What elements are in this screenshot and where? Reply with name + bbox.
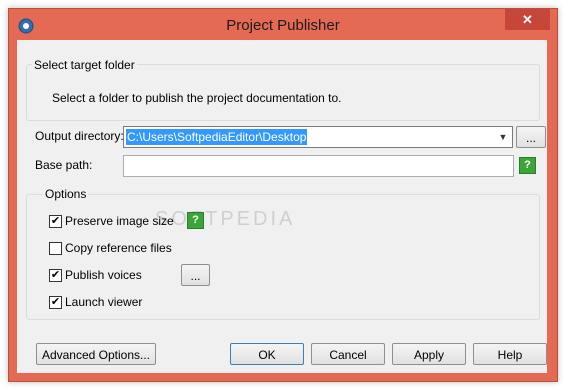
publish-voices-checkbox[interactable]: ✔ (49, 269, 62, 282)
close-button[interactable]: ✕ (505, 9, 550, 30)
preserve-image-size-help-icon[interactable]: ? (187, 212, 204, 229)
copy-reference-files-checkbox[interactable] (49, 242, 62, 255)
target-folder-group-title: Select target folder (32, 58, 137, 72)
watermark-text: SOFTPEDIA (155, 208, 296, 230)
dialog-client-area: Select target folder Select a folder to … (17, 40, 547, 373)
advanced-options-button[interactable]: Advanced Options... (36, 343, 156, 365)
output-directory-label: Output directory: (35, 129, 124, 143)
apply-button[interactable]: Apply (392, 343, 466, 365)
publish-voices-options-button[interactable]: ... (181, 264, 210, 286)
copy-reference-files-label[interactable]: Copy reference files (65, 241, 172, 255)
preserve-image-size-checkbox[interactable]: ✔ (49, 215, 62, 228)
help-button[interactable]: Help (473, 343, 547, 365)
preserve-image-size-label[interactable]: Preserve image size (65, 214, 174, 228)
launch-viewer-checkbox[interactable]: ✔ (49, 296, 62, 309)
title-bar[interactable]: Project Publisher ✕ (9, 9, 557, 41)
window-title: Project Publisher (226, 17, 340, 34)
target-folder-description: Select a folder to publish the project d… (52, 91, 342, 105)
base-path-input[interactable] (123, 155, 514, 177)
cancel-button[interactable]: Cancel (311, 343, 385, 365)
close-icon: ✕ (522, 12, 533, 27)
base-path-help-icon[interactable]: ? (519, 157, 536, 174)
ok-button[interactable]: OK (230, 343, 304, 365)
options-group-title: Options (43, 187, 89, 201)
launch-viewer-label[interactable]: Launch viewer (65, 295, 142, 309)
chevron-down-icon[interactable]: ▼ (497, 129, 509, 145)
output-directory-combo[interactable]: C:\Users\SoftpediaEditor\Desktop ▼ (123, 126, 513, 148)
output-directory-value: C:\Users\SoftpediaEditor\Desktop (126, 129, 308, 145)
project-publisher-window: Project Publisher ✕ Select target folder… (8, 8, 558, 382)
base-path-label: Base path: (35, 158, 93, 172)
publish-voices-label[interactable]: Publish voices (65, 268, 142, 282)
browse-output-button[interactable]: ... (516, 126, 546, 148)
